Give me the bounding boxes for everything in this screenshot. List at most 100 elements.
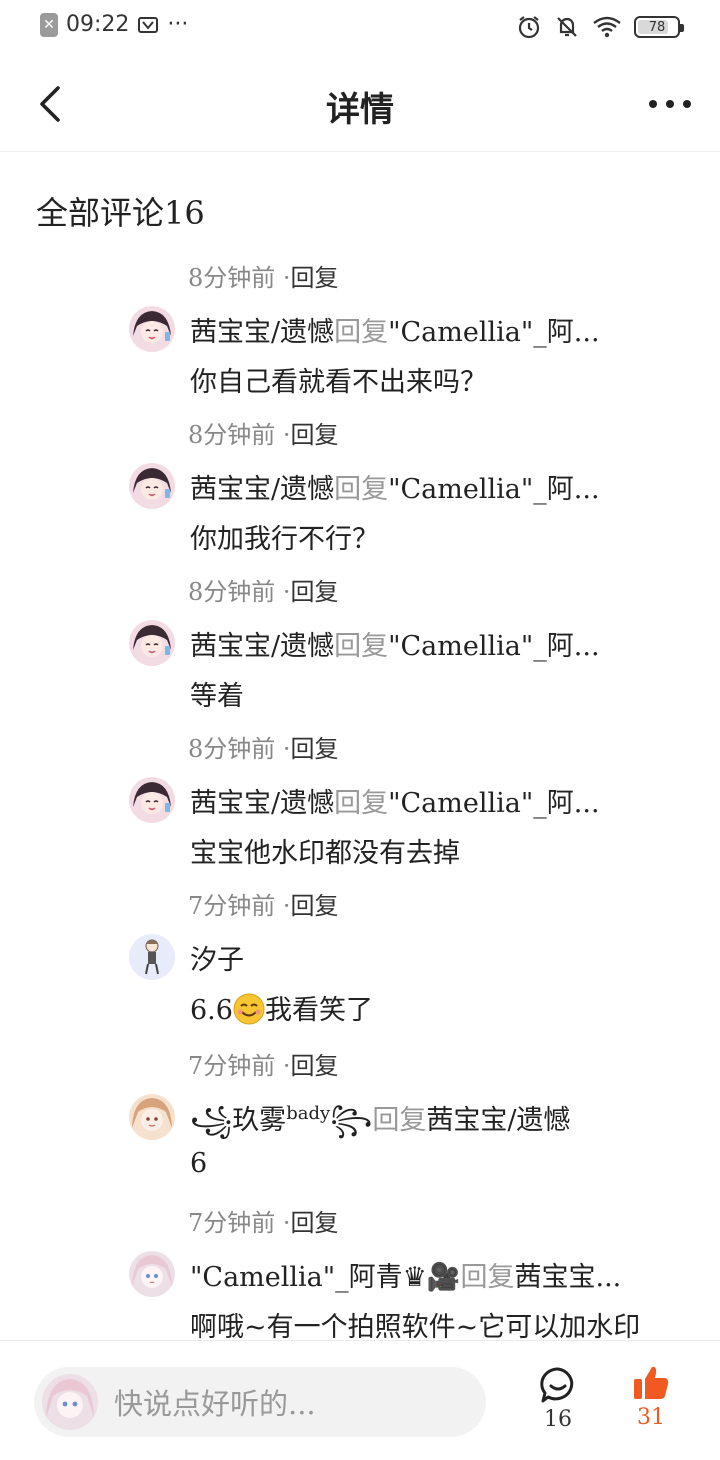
reply-word: 回复 [334, 317, 389, 348]
comment-item: 8分钟前 ·回复 茜宝宝/遗憾回复"Camellia"_阿... 你加我行不行？ [0, 405, 720, 562]
more-button[interactable] [644, 78, 696, 130]
reply-target[interactable]: "Camellia"_阿... [388, 631, 599, 662]
comment-item: 7分钟前 ·回复 "Camellia"_阿青♛🎥回复茜宝宝... 啊哦~有一个拍… [0, 1193, 720, 1350]
avatar[interactable] [129, 1094, 175, 1140]
reply-target[interactable]: "Camellia"_阿... [388, 474, 599, 505]
comment-count-button[interactable]: 16 [532, 1365, 584, 1432]
reply-word: 回复 [460, 1262, 515, 1293]
author-name[interactable]: 茜宝宝/遗憾 [190, 788, 334, 819]
comment-text: 6.6 我看笑了 [190, 988, 690, 1027]
comment-text-prefix: 6.6 [190, 995, 233, 1026]
author-name[interactable]: 茜宝宝/遗憾 [190, 631, 334, 662]
my-avatar [42, 1374, 98, 1430]
author-decoration-left: ꧁ [190, 1105, 233, 1136]
reply-word: 回复 [372, 1105, 427, 1136]
comment-meta: 8分钟前 ·回复 [188, 415, 339, 450]
reply-target[interactable]: "Camellia"_阿... [388, 788, 599, 819]
avatar[interactable] [129, 463, 175, 509]
avatar[interactable] [129, 620, 175, 666]
comment-text: 宝宝他水印都没有去掉 [190, 838, 460, 869]
comment-meta: 8分钟前 ·回复 [188, 258, 339, 293]
smiling-face-emoji [233, 993, 265, 1025]
avatar[interactable] [129, 306, 175, 352]
meta-separator: · [275, 1052, 291, 1080]
comment-meta: 7分钟前 ·回复 [188, 1203, 339, 1238]
author-name[interactable]: 茜宝宝/遗憾 [190, 317, 334, 348]
comment-time: 7分钟前 [188, 1052, 276, 1080]
like-count: 31 [637, 1405, 665, 1430]
input-placeholder: 快说点好听的... [114, 1387, 316, 1421]
comment-text: 你自己看就看不出来吗？ [190, 367, 487, 398]
author-decoration-right: ꧂ [330, 1105, 373, 1136]
reply-target[interactable]: 茜宝宝/遗憾 [426, 1105, 570, 1136]
meta-separator: · [275, 421, 291, 449]
thumbs-up-icon [634, 1366, 669, 1399]
comment-meta: 7分钟前 ·回复 [188, 1046, 339, 1081]
author-name[interactable]: 玖雾 [232, 1105, 286, 1136]
reply-word: 回复 [334, 788, 389, 819]
reply-word: 回复 [334, 631, 389, 662]
reply-button[interactable]: 回复 [291, 578, 339, 606]
meta-separator: · [275, 1209, 291, 1237]
reply-button[interactable]: 回复 [291, 264, 339, 292]
status-left: ✕ 09:22 ··· [40, 12, 188, 37]
chat-bubble-icon [540, 1367, 574, 1403]
comment-time: 7分钟前 [188, 892, 276, 920]
title-bar: 详情 [0, 56, 720, 152]
reply-target[interactable]: 茜宝宝... [515, 1262, 622, 1293]
reply-button[interactable]: 回复 [291, 1052, 339, 1080]
avatar[interactable] [129, 934, 175, 980]
like-button[interactable]: 31 [624, 1363, 678, 1430]
page-title: 详情 [326, 90, 394, 130]
comment-time: 8分钟前 [188, 421, 276, 449]
comment-item: 8分钟前 ·回复 茜宝宝/遗憾回复"Camellia"_阿... 你自己看就看不… [0, 248, 720, 405]
meta-separator: · [275, 264, 291, 292]
meta-separator: · [275, 735, 291, 763]
more-dots-icon [649, 100, 691, 108]
author-line: 茜宝宝/遗憾回复"Camellia"_阿... [190, 467, 660, 506]
author-name[interactable]: "Camellia"_阿青♛🎥 [190, 1262, 461, 1293]
status-right: 78 [516, 14, 684, 40]
comment-item: 8分钟前 ·回复 茜宝宝/遗憾回复"Camellia"_阿... 等着 [0, 562, 720, 719]
comment-text-suffix: 我看笑了 [264, 995, 373, 1026]
comment-time: 8分钟前 [188, 735, 276, 763]
comment-item: 7分钟前 ·回复 汐子 6.6 我看笑了 [0, 876, 720, 1036]
comment-text: 你加我行不行？ [190, 524, 379, 555]
avatar[interactable] [129, 1251, 175, 1297]
author-line: 茜宝宝/遗憾回复"Camellia"_阿... [190, 624, 660, 663]
comment-input[interactable]: 快说点好听的... [34, 1367, 486, 1437]
comment-item: 8分钟前 ·回复 茜宝宝/遗憾回复"Camellia"_阿... 宝宝他水印都没… [0, 719, 720, 876]
author-line: 汐子 [190, 938, 660, 977]
mute-icon [557, 17, 577, 37]
author-name[interactable]: 茜宝宝/遗憾 [190, 474, 334, 505]
author-superscript: bady [286, 1103, 331, 1124]
comment-text: 啊哦~有一个拍照软件~它可以加水印 [190, 1312, 641, 1343]
close-box-icon: ✕ [40, 12, 58, 37]
meta-separator: · [275, 892, 291, 920]
comment-text: 等着 [190, 681, 244, 712]
author-line: ꧁玖雾bady꧂回复茜宝宝/遗憾 [190, 1098, 660, 1154]
wifi-icon [593, 16, 621, 38]
reply-button[interactable]: 回复 [291, 1209, 339, 1237]
reply-target[interactable]: "Camellia"_阿... [388, 317, 599, 348]
section-title: 全部评论16 [36, 194, 205, 232]
comment-meta: 8分钟前 ·回复 [188, 729, 339, 764]
battery-icon: 78 [634, 16, 684, 38]
reply-button[interactable]: 回复 [291, 735, 339, 763]
status-time: 09:22 [66, 12, 130, 37]
author-line: 茜宝宝/遗憾回复"Camellia"_阿... [190, 310, 660, 349]
comment-meta: 7分钟前 ·回复 [188, 886, 339, 921]
bottom-bar: 快说点好听的... 16 31 [0, 1340, 720, 1460]
author-line: "Camellia"_阿青♛🎥回复茜宝宝... [190, 1255, 660, 1294]
screenshot-icon [138, 16, 159, 33]
comment-time: 8分钟前 [188, 264, 276, 292]
reply-button[interactable]: 回复 [291, 421, 339, 449]
comment-meta: 8分钟前 ·回复 [188, 572, 339, 607]
status-bar: ✕ 09:22 ··· 78 [0, 0, 720, 56]
author-name[interactable]: 汐子 [190, 945, 244, 976]
avatar[interactable] [129, 777, 175, 823]
author-line: 茜宝宝/遗憾回复"Camellia"_阿... [190, 781, 660, 820]
alarm-icon [518, 16, 540, 39]
battery-level: 78 [648, 19, 666, 35]
reply-button[interactable]: 回复 [291, 892, 339, 920]
